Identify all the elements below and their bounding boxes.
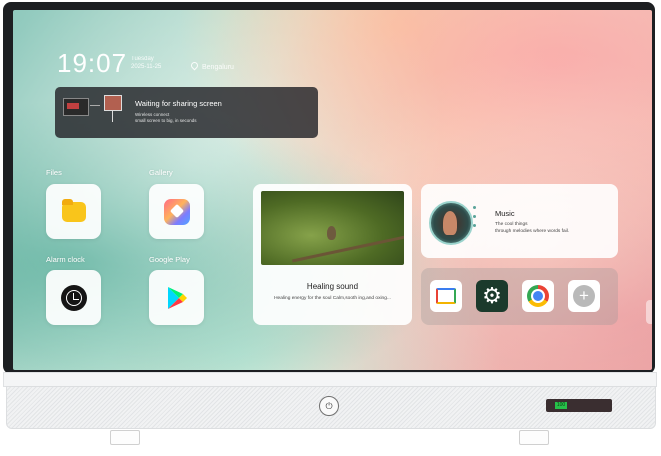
bird-graphic [327, 226, 336, 240]
music-subtitle-line2: through melodies where words fail. [495, 228, 570, 234]
dock-settings[interactable]: ⚙ [476, 280, 508, 312]
phone-screen-icon [63, 98, 89, 116]
right-foot [519, 430, 549, 445]
app-files[interactable] [46, 184, 101, 239]
branch-graphic [291, 234, 404, 263]
status-indicator: 100 [546, 399, 612, 412]
clock-date-value: 2025-11-25 [131, 64, 162, 70]
chrome-icon [527, 285, 549, 307]
cast-subtitle-line2: small screen to big, in seconds [135, 118, 197, 123]
home-screen: 19:07 Tuesday 2025-11-25 Bengaluru Waiti… [13, 10, 652, 370]
add-icon: + [573, 285, 595, 307]
folder-icon [61, 198, 86, 222]
settings-gear-icon: ⚙ [482, 283, 502, 308]
location-text: Bengaluru [202, 64, 234, 71]
clock-date: Tuesday 2025-11-25 [131, 55, 161, 71]
app-label-alarm: Alarm clock [46, 255, 85, 264]
power-button[interactable]: ⏻ [319, 396, 339, 416]
dock-add[interactable]: + [568, 280, 600, 312]
cast-title: Waiting for sharing screen [135, 99, 222, 108]
healing-sound-card[interactable]: Healing sound Healing energy for the sou… [253, 184, 412, 325]
side-panel-handle[interactable] [646, 300, 652, 324]
monitor-chin [3, 372, 657, 387]
app-gallery[interactable] [149, 184, 204, 239]
status-indicator-value: 100 [555, 402, 567, 409]
location-label: Bengaluru [189, 60, 234, 71]
music-card[interactable]: Music The cool things through melodies w… [421, 184, 618, 258]
music-title: Music [495, 209, 515, 218]
healing-sound-title: Healing sound [306, 282, 359, 291]
dock-chrome[interactable] [522, 280, 554, 312]
music-album-art [429, 201, 473, 245]
app-dock: ⚙ + [421, 268, 618, 325]
display-stand-icon [104, 95, 122, 122]
gallery-icon [163, 198, 190, 225]
location-pin-icon [189, 60, 200, 71]
google-play-icon [167, 286, 187, 309]
music-dots-icon [473, 206, 476, 233]
cast-subtitle: Wireless connect small screen to big, in… [135, 112, 197, 124]
screen-share-banner[interactable]: Waiting for sharing screen Wireless conn… [55, 87, 318, 138]
clock-time: 19:07 [57, 48, 128, 78]
app-label-google-play: Google Play [149, 255, 190, 264]
left-foot [110, 430, 140, 445]
app-alarm-clock[interactable] [46, 270, 101, 325]
google-tv-icon [436, 288, 456, 304]
alarm-clock-icon [60, 284, 87, 311]
dock-google-tv[interactable] [430, 280, 462, 312]
app-label-files: Files [46, 168, 62, 177]
clock-day: Tuesday [131, 56, 154, 62]
healing-sound-image [261, 191, 404, 265]
monitor-bezel: 19:07 Tuesday 2025-11-25 Bengaluru Waiti… [3, 2, 655, 374]
healing-sound-subtitle: Healing energy for the soul Calm,sooth i… [274, 296, 391, 301]
music-subtitle: The cool things through melodies where w… [495, 222, 569, 235]
cast-arrow-icon [90, 105, 100, 106]
app-label-gallery: Gallery [149, 168, 173, 177]
app-google-play[interactable] [149, 270, 204, 325]
